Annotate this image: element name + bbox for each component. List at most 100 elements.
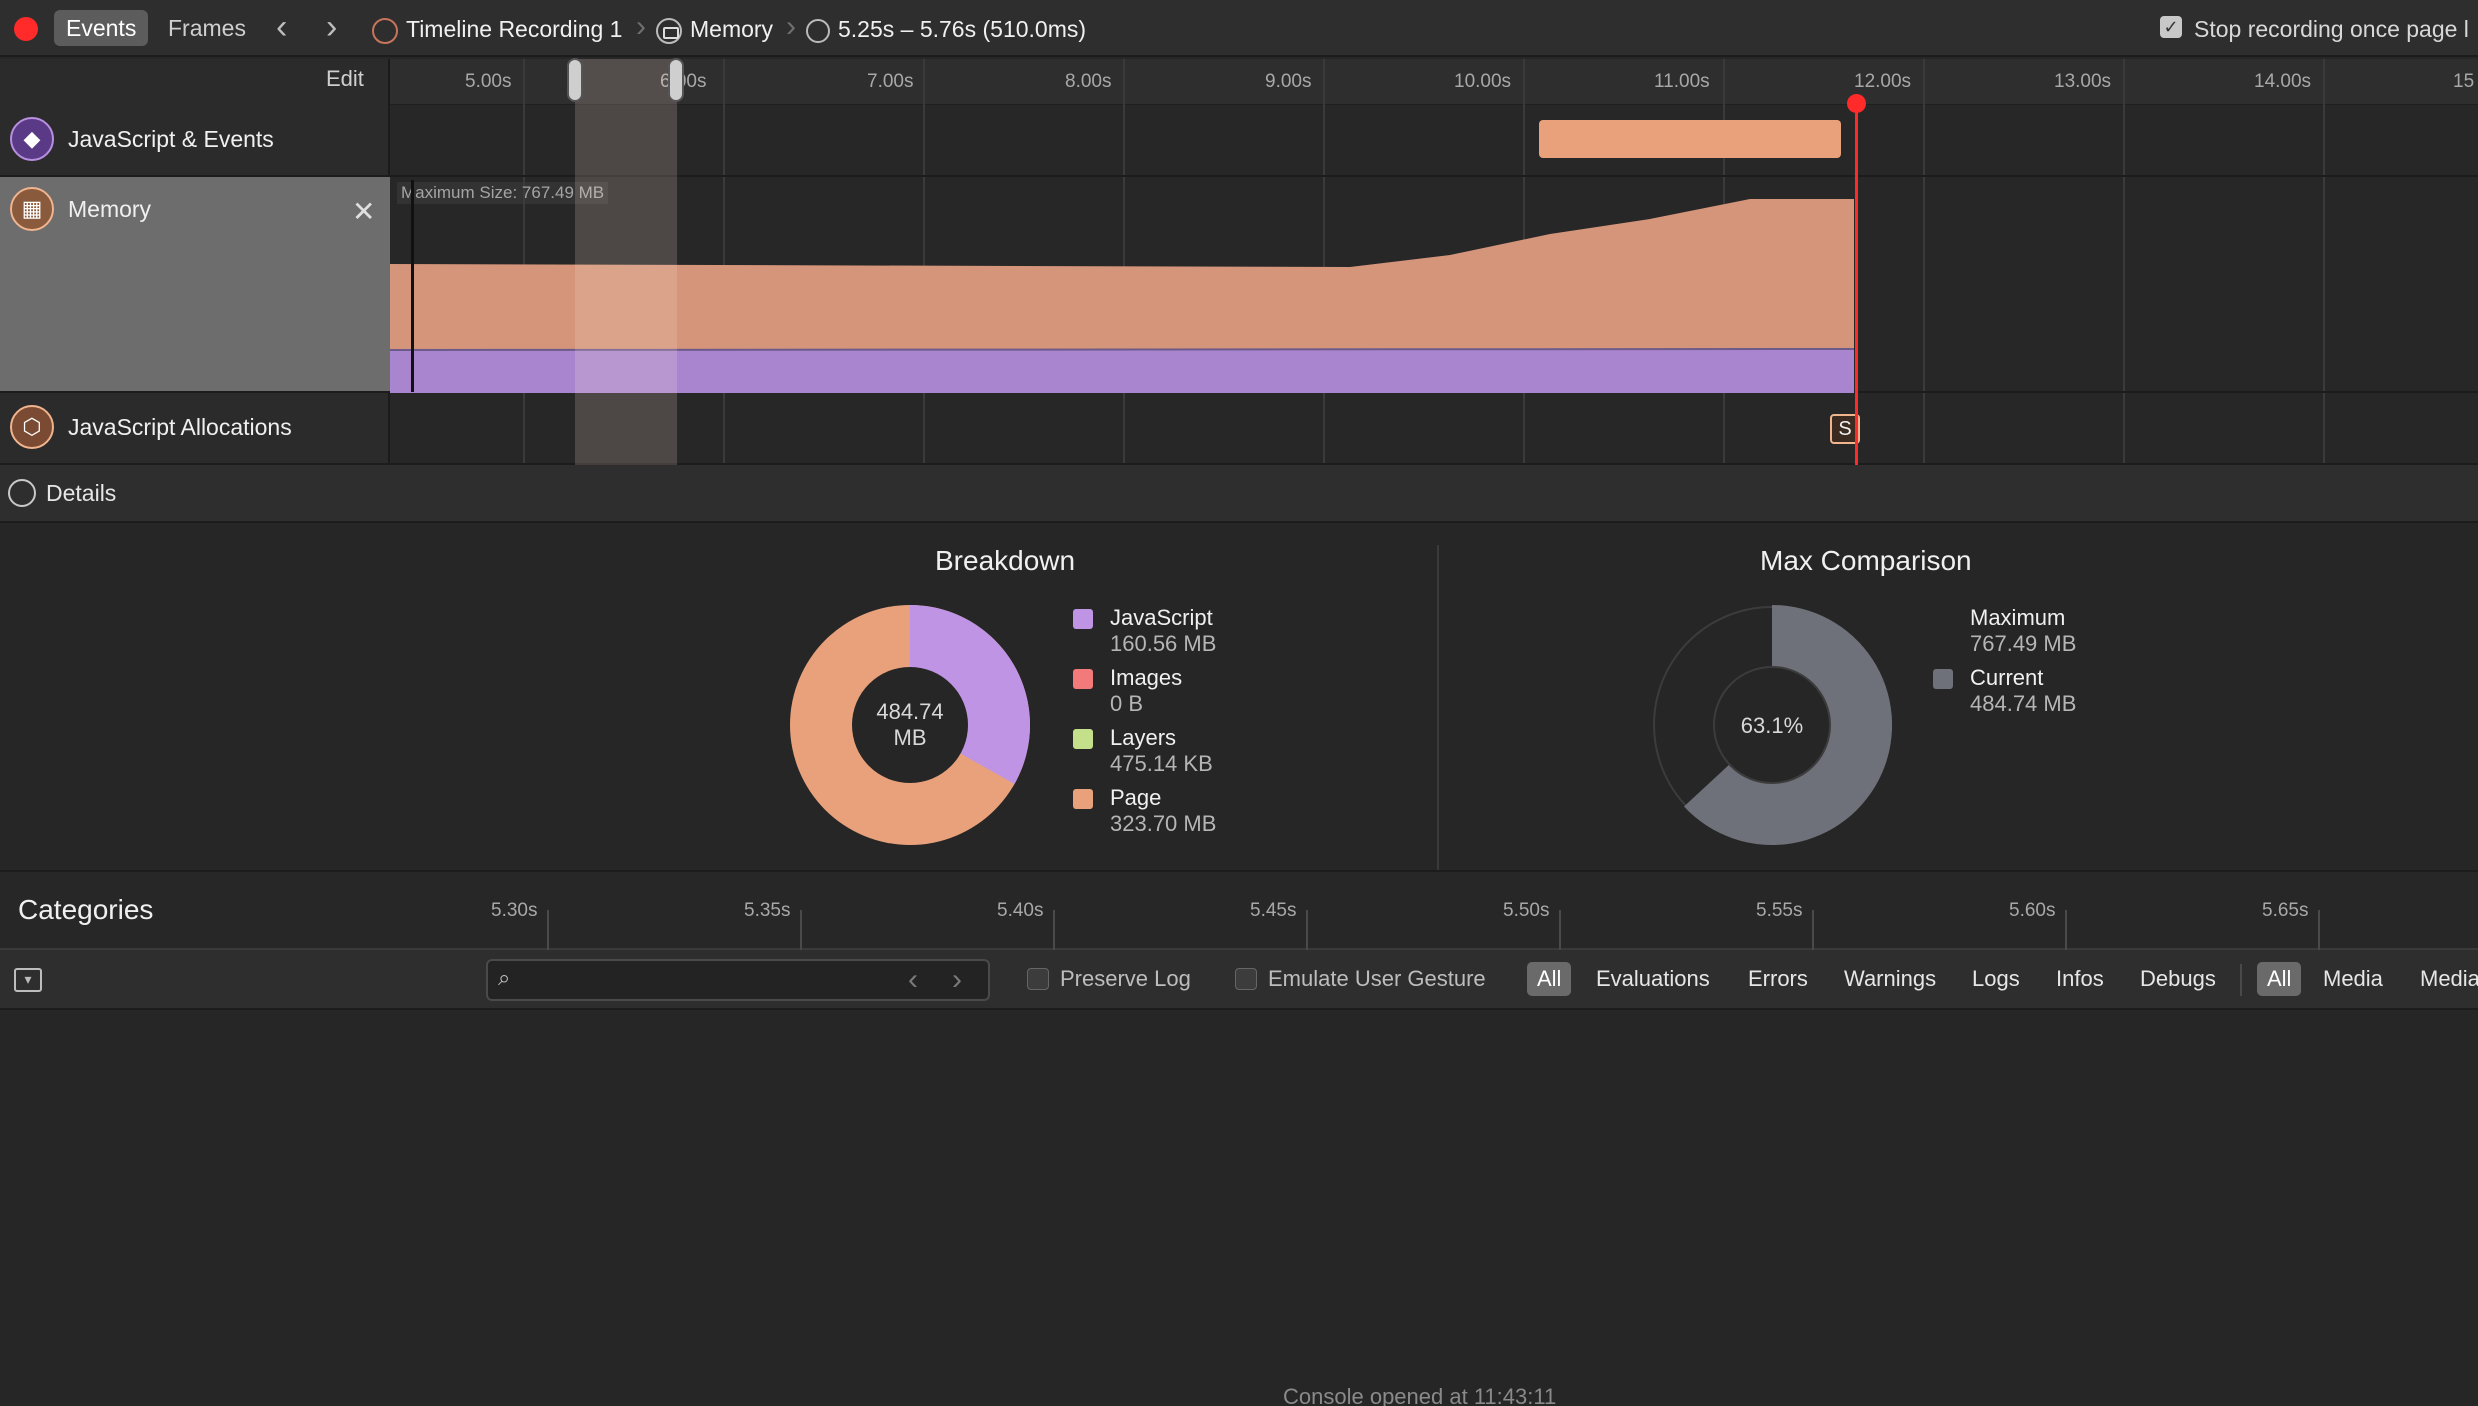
tick-label: 5.55s (1756, 900, 1803, 921)
filter-debugs[interactable]: Debugs (2130, 962, 2226, 996)
script-event-bar[interactable] (1539, 120, 1841, 158)
track-label: Memory (68, 195, 152, 222)
emulate-gesture-label: Emulate User Gesture (1268, 966, 1486, 991)
console-toolbar: ▾ ⌕ ‹ › Preserve Log Emulate User Gestur… (0, 950, 2478, 1010)
filter-all[interactable]: All (1527, 962, 1572, 996)
tick-label: 5.30s (491, 900, 538, 921)
source-filter-media-2[interactable]: Media (2410, 962, 2478, 996)
breadcrumb-separator-icon: › (636, 10, 646, 43)
legend-swatch-layers (1073, 729, 1093, 749)
legend-images: Images 0 B (1110, 665, 1183, 716)
emulate-gesture-checkbox[interactable] (1235, 968, 1257, 990)
javascript-events-icon: ◆ (10, 117, 54, 161)
tick-label: 10.00s (1454, 71, 1512, 92)
details-panel: Breakdown 484.74 MB JavaScript 160.56 MB… (0, 523, 2478, 873)
edit-button[interactable]: Edit (326, 66, 364, 92)
next-result-icon[interactable]: › (952, 963, 962, 997)
legend-swatch-page (1073, 789, 1093, 809)
details-header[interactable]: Details (0, 465, 2478, 523)
memory-icon (656, 17, 682, 44)
grid-line (1812, 910, 1814, 952)
selection-handle-left[interactable] (567, 58, 583, 102)
tick-label: 5.40s (997, 900, 1044, 921)
close-icon[interactable]: ✕ (352, 195, 375, 228)
grid-line (1559, 910, 1561, 952)
console-output[interactable]: Console opened at 11:43:11 (0, 1010, 2478, 1406)
breadcrumb-memory[interactable]: Memory (656, 14, 773, 44)
search-icon: ⌕ (498, 965, 511, 990)
tick-label: 7.00s (867, 71, 914, 92)
console-opened-message: Console opened at 11:43:11 (1283, 1384, 1557, 1406)
track-label: JavaScript & Events (68, 125, 274, 152)
tick-label: 5.60s (2009, 900, 2056, 921)
legend-swatch-javascript (1073, 609, 1093, 629)
playhead-knob[interactable] (1847, 94, 1866, 113)
stop-recording-checkbox[interactable]: ✓ (2160, 16, 2182, 38)
breadcrumb-recording[interactable]: Timeline Recording 1 (372, 14, 622, 44)
details-label: Details (46, 479, 117, 506)
playhead-line[interactable] (1855, 103, 1858, 465)
tick-label: 15 (2453, 71, 2475, 92)
stop-recording-label: Stop recording once page l (2194, 16, 2469, 42)
grid-line (547, 910, 549, 952)
preserve-log-checkbox[interactable] (1027, 968, 1049, 990)
legend-maximum: Maximum 767.49 MB (1970, 605, 2077, 656)
recording-icon (372, 17, 398, 44)
console-search-input[interactable]: ⌕ ‹ › (486, 959, 990, 1001)
legend-swatch-images (1073, 669, 1093, 689)
console-toggle-icon[interactable]: ▾ (14, 968, 42, 992)
filter-logs[interactable]: Logs (1962, 962, 2030, 996)
tick-label: 13.00s (2054, 71, 2112, 92)
tick-label: 5.35s (744, 900, 791, 921)
max-comparison-center: 63.1% (1740, 713, 1804, 738)
breadcrumb-range[interactable]: 5.25s – 5.76s (510.0ms) (806, 14, 1086, 44)
memory-icon (8, 479, 36, 507)
track-label: JavaScript Allocations (68, 413, 292, 440)
preserve-log-label: Preserve Log (1060, 966, 1191, 991)
filter-errors[interactable]: Errors (1738, 962, 1818, 996)
top-toolbar: Events Frames ‹ › Timeline Recording 1 ›… (0, 0, 2478, 57)
back-chevron-icon[interactable]: ‹ (276, 8, 287, 46)
tick-label: 5.65s (2262, 900, 2309, 921)
timeline-ruler[interactable]: 5.00s 6.00s 7.00s 8.00s 9.00s 10.00s 11.… (390, 59, 2478, 105)
legend-javascript: JavaScript 160.56 MB (1110, 605, 1217, 656)
forward-chevron-icon[interactable]: › (326, 8, 337, 46)
grid-line (800, 910, 802, 952)
previous-result-icon[interactable]: ‹ (908, 963, 918, 997)
memory-current-line (411, 180, 414, 392)
grid-line (2318, 910, 2320, 952)
clock-icon (806, 18, 830, 43)
filter-warnings[interactable]: Warnings (1834, 962, 1946, 996)
grid-line (1053, 910, 1055, 952)
grid-line (2065, 910, 2067, 952)
filter-evaluations[interactable]: Evaluations (1586, 962, 1720, 996)
legend-swatch-current (1933, 669, 1953, 689)
track-javascript-allocations[interactable]: ⬡ JavaScript Allocations (0, 393, 2478, 465)
filter-infos[interactable]: Infos (2046, 962, 2114, 996)
tick-label: 14.00s (2254, 71, 2312, 92)
selection-range[interactable] (575, 59, 677, 465)
max-comparison-title: Max Comparison (1760, 545, 1972, 576)
legend-page: Page 323.70 MB (1110, 785, 1217, 836)
memory-icon: ▦ (10, 187, 54, 231)
tick-label: 9.00s (1265, 71, 1312, 92)
allocations-cube-icon: ⬡ (10, 405, 54, 449)
source-filter-media[interactable]: Media (2313, 962, 2393, 996)
legend-current: Current 484.74 MB (1970, 665, 2077, 716)
grid-line (1306, 910, 1308, 952)
selection-handle-right[interactable] (668, 58, 684, 102)
breakdown-title: Breakdown (935, 545, 1076, 576)
categories-title: Categories (18, 894, 154, 925)
categories-section: Categories 5.30s 5.35s 5.40s 5.45s 5.50s… (0, 870, 2478, 952)
breadcrumb-separator-icon: › (786, 10, 796, 43)
tab-frames[interactable]: Frames (156, 10, 258, 46)
tick-label: 11.00s (1654, 71, 1710, 92)
legend-layers: Layers 475.14 KB (1110, 725, 1213, 776)
source-filter-all[interactable]: All (2257, 962, 2302, 996)
filter-divider (2240, 964, 2242, 996)
track-javascript-events[interactable]: ◆ JavaScript & Events (0, 105, 2478, 177)
tick-label: 8.00s (1065, 71, 1112, 92)
panel-divider (1437, 545, 1439, 873)
tab-events[interactable]: Events (54, 10, 149, 46)
record-button[interactable] (14, 17, 38, 41)
